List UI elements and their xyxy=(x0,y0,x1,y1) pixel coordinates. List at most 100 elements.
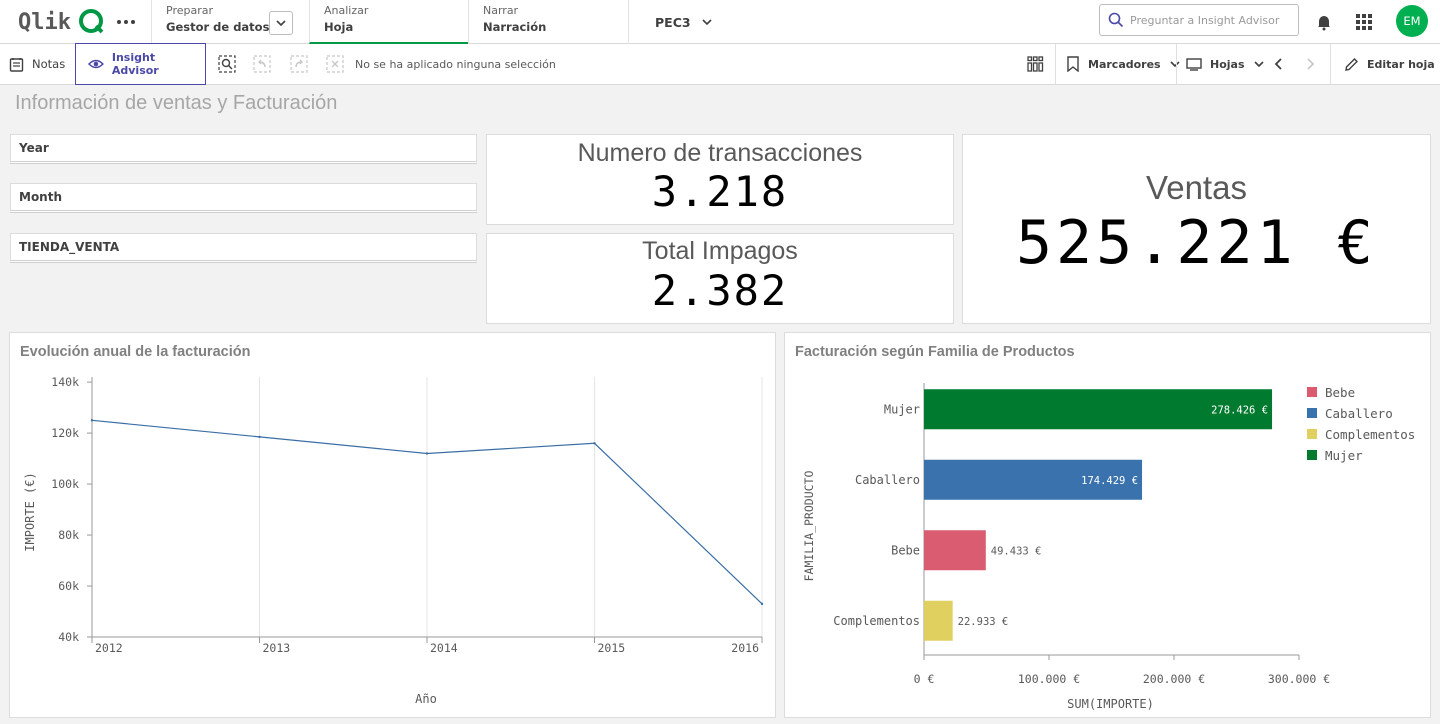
bar-chart-panel[interactable]: Facturación según Familia de Productos M… xyxy=(784,332,1431,718)
tab-analyze-label: Analizar xyxy=(324,4,369,17)
insight-search-box[interactable] xyxy=(1099,4,1299,36)
y-tick-label: 40k xyxy=(58,630,79,644)
x-tick-label: 300.000 € xyxy=(1268,672,1330,686)
data-point xyxy=(593,442,596,445)
kpi-sales[interactable]: Ventas 525.221 € xyxy=(962,134,1431,324)
app-name: PEC3 xyxy=(655,14,691,30)
x-tick-label: 100.000 € xyxy=(1018,672,1080,686)
data-label: 49.433 € xyxy=(991,545,1042,557)
line-chart-panel[interactable]: Evolución anual de la facturación 40k 60k… xyxy=(9,332,776,718)
category-label: Caballero xyxy=(855,473,920,487)
data-label: 278.426 € xyxy=(1211,404,1268,416)
chevron-down-icon xyxy=(1170,61,1180,68)
bookmarks-label: Marcadores xyxy=(1088,57,1161,71)
y-tick-label: 80k xyxy=(58,528,79,542)
x-axis-title: SUM(IMPORTE) xyxy=(1067,697,1154,711)
notes-icon xyxy=(9,57,24,72)
chevron-down-icon xyxy=(1253,61,1264,68)
y-tick-label: 140k xyxy=(51,375,79,389)
x-tick-label: 2013 xyxy=(263,641,291,655)
x-tick-label: 2012 xyxy=(95,641,123,655)
legend-label: Complementos xyxy=(1325,427,1415,442)
prepare-dropdown-button[interactable] xyxy=(269,11,293,35)
bar xyxy=(924,530,986,571)
step-back-icon[interactable] xyxy=(251,53,273,75)
previous-sheet-icon[interactable] xyxy=(1268,53,1290,75)
kpi-sales-value: 525.221 € xyxy=(1015,208,1378,278)
sheet-title: Información de ventas y Facturación xyxy=(15,92,338,114)
x-tick-label: 2014 xyxy=(430,641,458,655)
y-tick-label: 120k xyxy=(51,426,79,440)
search-icon xyxy=(1108,12,1124,28)
bar-chart: Mujer 278.426 € Caballero 174.429 € Bebe 49.4… xyxy=(802,383,1415,711)
assets-grid-icon[interactable] xyxy=(1024,53,1046,75)
data-point xyxy=(258,435,261,439)
selection-status: No se ha aplicado ninguna selección xyxy=(355,57,556,71)
category-label: Complementos xyxy=(833,614,920,628)
tab-narrate[interactable]: Narrar Narración xyxy=(468,0,628,44)
kpi-unpaid-label: Total Impagos xyxy=(642,237,798,265)
filter-month[interactable]: Month xyxy=(10,183,477,213)
pencil-icon xyxy=(1345,57,1358,71)
app-name-dropdown[interactable]: PEC3 xyxy=(628,0,788,44)
notifications-bell-icon[interactable] xyxy=(1312,10,1336,34)
insight-advisor-button[interactable]: Insight Advisor xyxy=(75,43,206,85)
filter-year[interactable]: Year xyxy=(10,134,477,164)
chevron-down-icon xyxy=(276,20,286,27)
x-tick-label: 0 € xyxy=(914,672,935,686)
kpi-sales-label: Ventas xyxy=(1146,169,1247,206)
data-point xyxy=(760,602,764,606)
x-tick-label: 2016 xyxy=(731,641,759,655)
legend-swatch xyxy=(1307,429,1317,439)
tab-narrate-label: Narrar xyxy=(483,4,519,17)
x-tick-label: 2015 xyxy=(598,641,626,655)
data-point xyxy=(425,452,429,455)
data-label: 22.933 € xyxy=(958,616,1009,628)
next-sheet-icon[interactable] xyxy=(1299,53,1321,75)
bookmark-icon xyxy=(1067,56,1079,72)
tab-analyze-value: Hoja xyxy=(324,20,354,34)
legend-label: Caballero xyxy=(1325,406,1393,421)
apps-grid-icon[interactable] xyxy=(1352,10,1376,34)
legend-swatch xyxy=(1307,450,1317,460)
toolbar-divider xyxy=(1055,44,1056,84)
edit-sheet-label: Editar hoja xyxy=(1367,57,1435,71)
qlik-logo[interactable]: Qlik xyxy=(18,8,104,34)
kpi-transactions-value: 3.218 xyxy=(651,167,789,216)
legend-label: Mujer xyxy=(1325,448,1363,463)
bar xyxy=(924,600,953,641)
user-avatar[interactable]: EM xyxy=(1396,5,1428,37)
toolbar-divider xyxy=(1176,44,1177,84)
filter-tienda-venta[interactable]: TIENDA_VENTA xyxy=(10,233,477,263)
notes-label: Notas xyxy=(32,57,66,71)
y-axis-title: IMPORTE (€) xyxy=(23,472,37,551)
category-label: Mujer xyxy=(884,402,920,416)
smart-search-icon[interactable] xyxy=(216,53,238,75)
sheets-button[interactable]: Hojas xyxy=(1186,44,1265,84)
edit-sheet-button[interactable]: Editar hoja xyxy=(1344,44,1435,84)
clear-selections-icon[interactable] xyxy=(324,53,346,75)
bookmarks-button[interactable]: Marcadores xyxy=(1066,44,1181,84)
eye-icon xyxy=(88,59,104,69)
data-point xyxy=(90,419,94,422)
toolbar-divider xyxy=(1330,44,1331,84)
legend-swatch xyxy=(1307,408,1317,418)
line-chart: 40k 60k 80k 100k 120k 140k 2012 2013 2014 2015 201… xyxy=(23,375,764,706)
y-tick-label: 60k xyxy=(58,579,79,593)
chevron-down-icon xyxy=(702,19,712,26)
y-axis-title: FAMILIA_PRODUCTO xyxy=(802,471,816,582)
search-input[interactable] xyxy=(1130,13,1290,27)
tab-analyze[interactable]: Analizar Hoja xyxy=(309,0,468,44)
kpi-unpaid[interactable]: Total Impagos 2.382 xyxy=(486,233,954,324)
sheets-label: Hojas xyxy=(1210,57,1245,71)
svg-text:Qlik: Qlik xyxy=(18,10,71,34)
kpi-transactions[interactable]: Numero de transacciones 3.218 xyxy=(486,134,954,225)
step-forward-icon[interactable] xyxy=(288,53,310,75)
legend-label: Bebe xyxy=(1325,385,1355,400)
notes-button[interactable]: Notas xyxy=(9,44,65,84)
data-label: 174.429 € xyxy=(1081,475,1138,487)
kpi-transactions-label: Numero de transacciones xyxy=(577,139,863,167)
top-navigation: Qlik Preparar Gestor de datos Analizar H… xyxy=(0,0,1440,44)
more-menu-icon[interactable] xyxy=(114,10,138,34)
x-tick-label: 200.000 € xyxy=(1143,672,1205,686)
